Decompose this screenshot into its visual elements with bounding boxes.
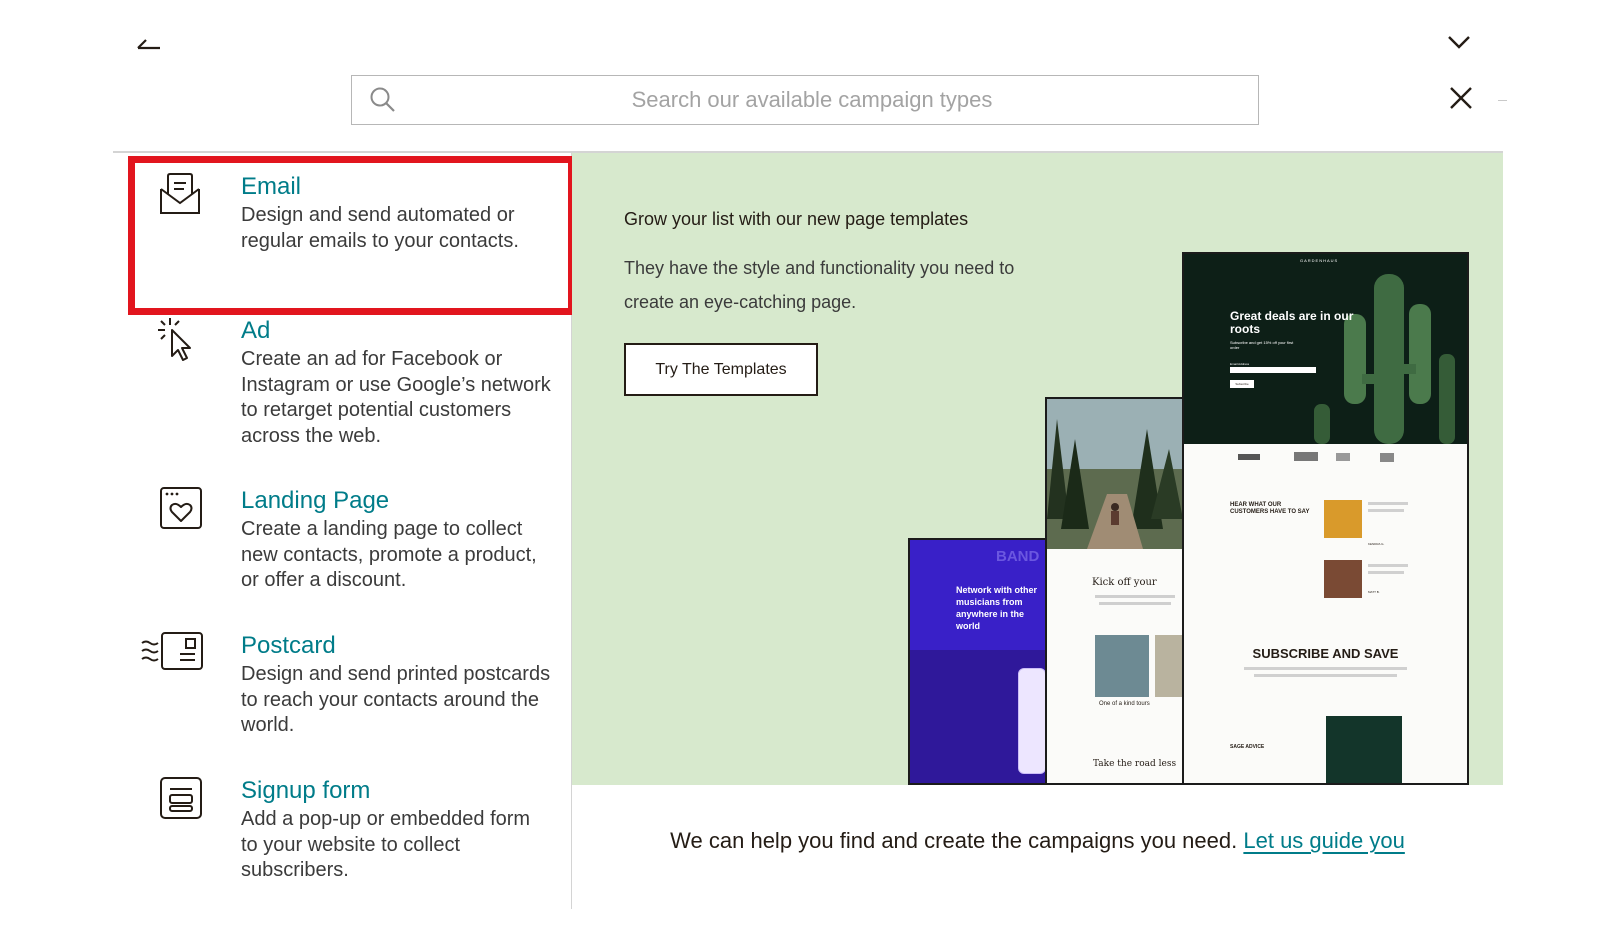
text-line <box>1368 502 1408 505</box>
highlight-box <box>128 156 575 315</box>
mockup-headline: Great deals are in our roots <box>1230 309 1354 336</box>
search-input[interactable] <box>412 76 1212 124</box>
text-line <box>1099 602 1171 605</box>
heart-page-icon <box>160 487 202 529</box>
tour-photo <box>1095 635 1149 697</box>
template-preview-band[interactable]: BAND Network with other musicians from a… <box>908 538 1048 785</box>
mockup-testimonials-heading: HEAR WHAT OUR CUSTOMERS HAVE TO SAY <box>1230 502 1310 515</box>
close-icon[interactable] <box>1449 86 1473 110</box>
tour-photo <box>1155 635 1183 697</box>
chevron-down-icon[interactable] <box>1446 32 1472 52</box>
search-icon <box>370 87 395 112</box>
text-line <box>1244 667 1407 670</box>
try-templates-button[interactable]: Try The Templates <box>624 343 818 396</box>
customer-photo <box>1324 500 1362 538</box>
promo-title: Grow your list with our new page templat… <box>624 209 969 229</box>
partner-logo <box>1380 453 1394 462</box>
campaign-type-postcard[interactable]: Postcard Design and send printed postcar… <box>128 631 571 751</box>
text-line <box>1095 595 1175 598</box>
postcard-icon <box>141 632 203 670</box>
campaign-type-description: Design and send printed postcards to rea… <box>241 663 551 736</box>
campaign-type-title: Landing Page <box>241 487 390 514</box>
phone-illustration <box>1018 668 1046 774</box>
mockup-heading: Kick off your <box>1092 577 1157 588</box>
text-line <box>1368 564 1408 567</box>
mockup-headline: Network with other musicians from anywhe… <box>956 585 1038 631</box>
mockup-subscribe-heading: SUBSCRIBE AND SAVE <box>1252 646 1399 661</box>
campaign-type-ad[interactable]: Ad Create an ad for Facebook or Instagra… <box>128 316 571 456</box>
text-line <box>1368 571 1404 574</box>
back-arrow-icon[interactable] <box>134 30 164 54</box>
campaign-type-signup-form[interactable]: Signup form Add a pop-up or embedded for… <box>128 776 571 896</box>
cactus-photo <box>1184 254 1467 444</box>
mockup-email-field <box>1230 367 1316 373</box>
campaign-type-title: Ad <box>241 317 271 344</box>
campaign-type-title: Signup form <box>241 777 371 804</box>
mockup-subscribe-button: Subscribe <box>1230 380 1254 388</box>
template-preview-garden[interactable]: GARDENHAUS Great deals are in our roots … <box>1182 252 1469 785</box>
cursor-click-icon <box>158 318 191 361</box>
divider-mark <box>1498 100 1507 101</box>
customer-photo <box>1324 560 1362 598</box>
promo-text: They have the style and functionality yo… <box>624 258 1015 312</box>
mockup-testimonial-author: MATT B. <box>1368 590 1380 594</box>
form-icon <box>160 777 202 819</box>
partner-logo <box>1238 454 1260 460</box>
help-text-label: We can help you find and create the camp… <box>670 828 1238 853</box>
mockup-caption: One of a kind tours <box>1099 701 1150 707</box>
mockup-brand: GARDENHAUS <box>1300 258 1339 263</box>
mockup-testimonial-author: KENDRA G. <box>1368 542 1385 546</box>
search-box[interactable] <box>351 75 1259 125</box>
campaign-type-description: Create an ad for Facebook or Instagram o… <box>241 348 551 447</box>
help-text: We can help you find and create the camp… <box>572 828 1503 854</box>
text-line <box>1254 674 1397 677</box>
guide-link[interactable]: Let us guide you <box>1243 828 1404 853</box>
mockup-brand: BAND <box>996 548 1040 565</box>
partner-logo <box>1294 452 1318 461</box>
campaign-type-description: Create a landing page to collect new con… <box>241 518 537 591</box>
mockup-advice-heading: SAGE ADVICE <box>1230 744 1265 750</box>
forest-photo <box>1047 399 1183 549</box>
plant-photo <box>1326 716 1402 783</box>
campaign-type-title: Postcard <box>241 632 336 659</box>
partner-logo <box>1336 453 1350 461</box>
mockup-footer: Take the road less <box>1093 759 1177 769</box>
mockup-field-label: Email Address <box>1230 362 1250 366</box>
text-line <box>1368 509 1404 512</box>
campaign-type-description: Add a pop-up or embedded form to your we… <box>241 808 531 881</box>
template-preview-tours[interactable]: Kick off your One of a kind tours Take t… <box>1045 397 1185 785</box>
campaign-type-landing-page[interactable]: Landing Page Create a landing page to co… <box>128 486 571 606</box>
mockup-subtext: Subscribe and get 15% off your first ord… <box>1230 340 1294 350</box>
promo-panel: Grow your list with our new page templat… <box>572 153 1503 785</box>
